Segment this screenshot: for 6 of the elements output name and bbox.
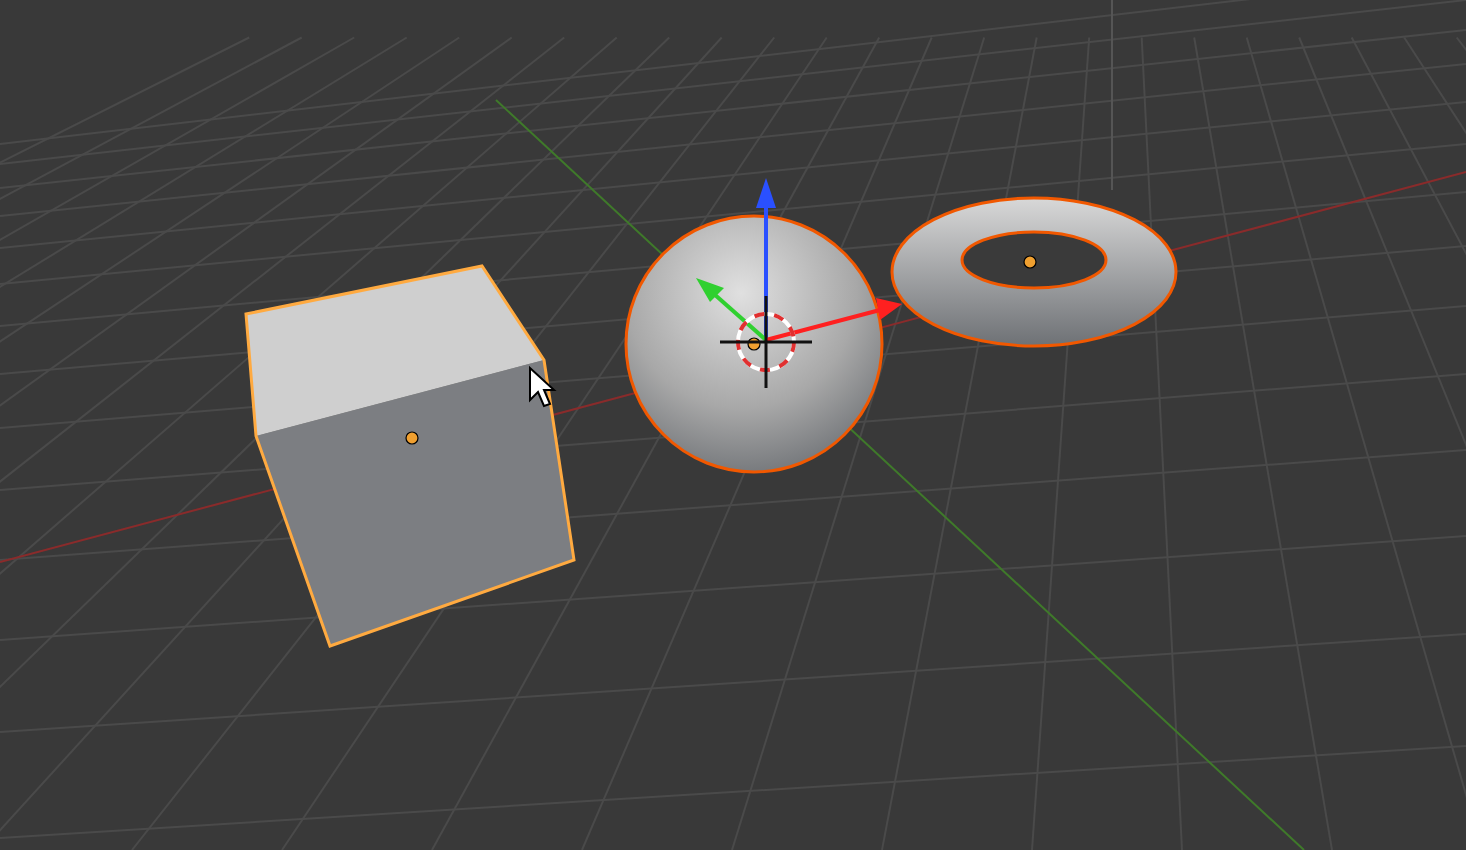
mouse-pointer-icon — [529, 365, 557, 408]
crosshair-cursor-icon[interactable] — [720, 296, 812, 388]
move-gizmo-icon[interactable] — [696, 178, 902, 342]
sphere-object[interactable] — [624, 214, 884, 474]
torus-object[interactable] — [890, 196, 1178, 348]
cube-object[interactable] — [244, 264, 576, 648]
